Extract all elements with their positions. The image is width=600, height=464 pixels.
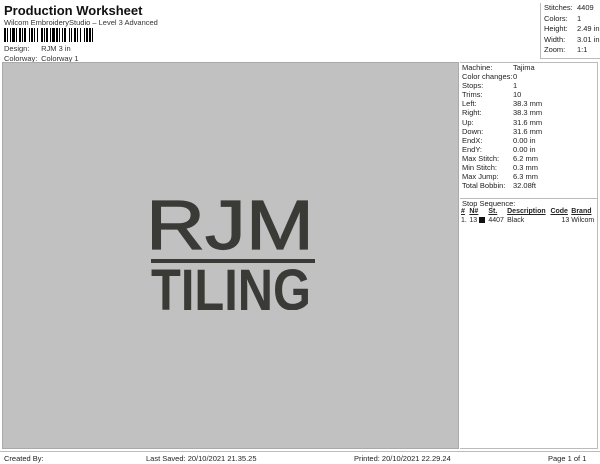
detail-row: Trims: 10: [460, 90, 597, 99]
row-code: 13: [561, 217, 570, 224]
column-header: #: [461, 208, 465, 215]
summary-panel: Stitches: 4409 Colors: 1 Height: 2.49 in Wi…: [540, 3, 600, 59]
detail-row: Right: 38.3 mm: [460, 108, 597, 117]
detail-value: 38.3 mm: [513, 108, 543, 118]
detail-row: Max Stitch: 6.2 mm: [460, 154, 597, 163]
detail-value: 31.6 mm: [513, 117, 543, 127]
detail-row: Color changes: 0: [460, 72, 597, 81]
detail-key: Color changes:: [462, 72, 513, 82]
summary-row: Zoom: 1:1: [541, 45, 600, 56]
barcode-bar: [93, 28, 95, 42]
detail-row: Machine: Tajima: [460, 63, 597, 72]
detail-key: Trims:: [462, 90, 483, 100]
row-description: Black: [507, 217, 525, 224]
design-preview: RJM TILING: [2, 62, 459, 449]
summary-value: 4409: [577, 3, 594, 12]
created-by: Created By:: [4, 454, 44, 463]
detail-key: EndY:: [462, 144, 483, 154]
detail-value: 0.00 in: [513, 135, 536, 145]
summary-row: Colors: 1: [541, 14, 600, 25]
summary-value: 1:1: [577, 45, 588, 54]
detail-key: Max Jump:: [462, 172, 499, 182]
summary-key: Height:: [544, 24, 568, 33]
detail-row: Left: 38.3 mm: [460, 99, 597, 108]
column-header: Description: [507, 208, 546, 215]
detail-row: Max Jump: 6.3 mm: [460, 172, 597, 181]
detail-value: 0.00 in: [513, 144, 536, 154]
detail-row: Total Bobbin: 32.08ft: [460, 181, 597, 190]
detail-row: EndY: 0.00 in: [460, 145, 597, 154]
detail-row: Down: 31.6 mm: [460, 127, 597, 136]
detail-key: Total Bobbin:: [462, 181, 506, 191]
detail-value: 1: [513, 81, 518, 91]
detail-value: 6.2 mm: [513, 153, 539, 163]
summary-row: Width: 3.01 in: [541, 35, 600, 46]
design-row: Design: RJM 3 in: [4, 44, 71, 53]
detail-key: Up:: [462, 117, 474, 127]
column-header: N#: [469, 208, 479, 215]
detail-value: 32.08ft: [513, 181, 536, 191]
row-needle: 13: [468, 216, 487, 225]
row-number: 1.: [461, 217, 467, 224]
detail-value: 38.3 mm: [513, 99, 543, 109]
stop-sequence-title: Stop Sequence:: [460, 198, 597, 208]
summary-row: Height: 2.49 in: [541, 24, 600, 35]
logo-line2: TILING: [151, 258, 311, 310]
detail-key: Min Stitch:: [462, 163, 498, 173]
detail-row: Up: 31.6 mm: [460, 118, 597, 127]
column-header: Brand: [571, 208, 592, 215]
detail-value: 0: [513, 72, 518, 82]
page-title: Production Worksheet: [4, 3, 143, 18]
detail-value: 6.3 mm: [513, 172, 539, 182]
detail-key: Max Stitch:: [462, 153, 500, 163]
detail-key: Machine:: [462, 63, 493, 72]
detail-value: 31.6 mm: [513, 126, 543, 136]
stop-sequence-table: # N# St. Description Code Brand 1. 13 44…: [460, 207, 597, 225]
summary-value: 1: [577, 13, 582, 23]
detail-value: 10: [513, 90, 522, 100]
page-footer: Created By: Last Saved: 20/10/2021 21.35…: [0, 451, 600, 464]
logo-graphic: RJM TILING: [148, 185, 315, 310]
detail-value: 0.3 mm: [513, 163, 539, 173]
worksheet-page: Production Worksheet Wilcom EmbroiderySt…: [0, 0, 600, 464]
summary-key: Zoom:: [544, 45, 566, 54]
detail-row: Stops: 1: [460, 81, 597, 90]
summary-key: Stitches:: [544, 3, 573, 12]
summary-key: Colors:: [544, 13, 568, 23]
column-header: St.: [488, 208, 498, 215]
last-saved: Last Saved: 20/10/2021 21.35.25: [146, 454, 257, 463]
software-subtitle: Wilcom EmbroideryStudio – Level 3 Advanc…: [4, 18, 158, 27]
details-panel: Machine: Tajima Color changes: 0 Stops: 1 T…: [460, 62, 598, 449]
summary-key: Width:: [544, 34, 566, 44]
row-brand: Wilcom: [571, 217, 595, 224]
detail-value: Tajima: [513, 63, 535, 72]
row-stitches: 4407: [488, 217, 504, 224]
detail-row: Min Stitch: 0.3 mm: [460, 163, 597, 172]
detail-key: Down:: [462, 126, 484, 136]
stop-sequence: Stop Sequence: # N# St. Description Code…: [460, 198, 597, 225]
design-label: Design:: [4, 44, 30, 53]
summary-value: 2.49 in: [577, 24, 600, 33]
needle-number: 13: [469, 217, 478, 224]
detail-key: Stops:: [462, 81, 484, 91]
barcode-image: [4, 28, 124, 42]
printed-date: Printed: 20/10/2021 22.29.24: [354, 454, 451, 463]
summary-row: Stitches: 4409: [541, 3, 600, 14]
color-swatch: [479, 217, 486, 224]
table-row: 1. 13 4407 Black 13 Wilcom: [460, 216, 597, 225]
embroidery-logo: RJM TILING: [148, 185, 316, 310]
design-value: RJM 3 in: [41, 44, 71, 53]
detail-key: Right:: [462, 108, 482, 118]
table-header-row: # N# St. Description Code Brand: [460, 207, 597, 216]
detail-key: Left:: [462, 99, 477, 109]
detail-key: EndX:: [462, 135, 483, 145]
detail-row: EndX: 0.00 in: [460, 136, 597, 145]
page-number: Page 1 of 1: [548, 454, 587, 463]
column-header: Code: [550, 208, 568, 215]
summary-value: 3.01 in: [577, 34, 600, 44]
logo-line1: RJM: [148, 186, 314, 264]
